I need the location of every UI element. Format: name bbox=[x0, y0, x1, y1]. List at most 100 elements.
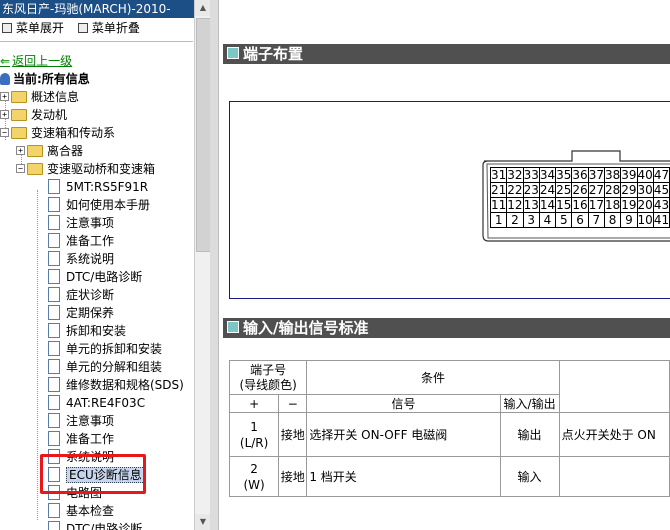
tree-item-preparation-2[interactable]: 准备工作 bbox=[48, 430, 114, 448]
tree-item-precautions[interactable]: 注意事项 bbox=[48, 214, 114, 232]
cell-minus: 接地 bbox=[278, 456, 308, 497]
expand-menu-button[interactable]: 菜单展开 bbox=[2, 19, 64, 37]
pin: 22 bbox=[506, 182, 524, 198]
pin: 37 bbox=[587, 167, 605, 183]
folder-icon bbox=[11, 108, 27, 121]
pin: 39 bbox=[620, 167, 638, 183]
toolbar-divider bbox=[0, 41, 193, 42]
folder-open-icon bbox=[11, 126, 27, 139]
pin: 1 bbox=[489, 212, 508, 228]
tree-item-overview[interactable]: + 概述信息 bbox=[0, 88, 79, 106]
table-row: 1 (L/R) 接地 选择开关 ON-OFF 电磁阀 输出 点火开关处于 ON bbox=[228, 412, 670, 457]
header-condition-blank bbox=[558, 360, 670, 413]
folder-icon bbox=[27, 144, 43, 157]
cell-plus: 1 (L/R) bbox=[228, 412, 280, 457]
pane-splitter[interactable] bbox=[210, 0, 219, 530]
back-link[interactable]: ⇐ 返回上一级 bbox=[0, 52, 72, 70]
pin: 3 bbox=[522, 212, 540, 228]
document-icon bbox=[48, 233, 60, 248]
tree-scrollbar[interactable]: ▲ ▼ bbox=[194, 0, 210, 530]
document-icon bbox=[48, 395, 60, 410]
tree-item-symptom-diagnosis[interactable]: 症状诊断 bbox=[48, 286, 114, 304]
pin: 35 bbox=[555, 167, 573, 183]
tree-item-sds[interactable]: 维修数据和规格(SDS) bbox=[48, 376, 184, 394]
document-icon bbox=[48, 197, 60, 212]
tree-item-unit-disassembly[interactable]: 单元的分解和组装 bbox=[48, 358, 162, 376]
collapse-toggle-icon[interactable]: − bbox=[16, 164, 25, 173]
cell-io: 输入 bbox=[499, 456, 560, 497]
cell-io: 输出 bbox=[499, 412, 560, 457]
cell-condition bbox=[558, 456, 670, 497]
pin: 16 bbox=[571, 197, 589, 213]
document-icon bbox=[48, 251, 60, 266]
document-icon bbox=[48, 179, 60, 194]
pin: 38 bbox=[603, 167, 622, 183]
tree-item-engine[interactable]: + 发动机 bbox=[0, 106, 67, 124]
pin: 29 bbox=[620, 182, 638, 198]
pin-row: 212223242526272829304546 bbox=[489, 182, 670, 198]
tree-item-transmission-drivetrain[interactable]: − 变速箱和传动系 bbox=[0, 124, 115, 142]
collapse-icon bbox=[77, 22, 88, 33]
cell-plus: 2 (W) bbox=[228, 456, 280, 497]
tree-item-preparation[interactable]: 准备工作 bbox=[48, 232, 114, 250]
folder-open-icon bbox=[27, 162, 43, 175]
expand-toggle-icon[interactable]: + bbox=[0, 110, 9, 119]
cell-signal: 1 档开关 bbox=[306, 456, 501, 497]
current-location: 当前:所有信息 bbox=[0, 70, 90, 88]
pin: 21 bbox=[489, 182, 508, 198]
tree-item-precautions-2[interactable]: 注意事项 bbox=[48, 412, 114, 430]
pin-row: 313233343536373839404748 bbox=[489, 167, 670, 183]
io-signal-table: 端子号 (导线颜色) 条件 + − 信号 输入/输出 1 (L/R) 接地 选择… bbox=[228, 360, 670, 497]
pin: 28 bbox=[603, 182, 622, 198]
cell-signal: 选择开关 ON-OFF 电磁阀 bbox=[306, 412, 501, 457]
tree-item-dtc-diagnosis-2[interactable]: DTC/电路诊断 bbox=[48, 520, 142, 530]
navigation-panel: 东风日产-玛驰(MARCH)-2010- 菜单展开 菜单折叠 ⇐ 返回上一级 当前… bbox=[0, 0, 210, 530]
scroll-down-icon[interactable]: ▼ bbox=[195, 514, 210, 530]
pin: 47 bbox=[652, 167, 670, 183]
document-icon bbox=[48, 431, 60, 446]
document-icon bbox=[48, 341, 60, 356]
expand-toggle-icon[interactable]: + bbox=[16, 146, 25, 155]
tree-item-clutch[interactable]: + 离合器 bbox=[16, 142, 83, 160]
scroll-up-icon[interactable]: ▲ bbox=[195, 0, 210, 16]
pin: 27 bbox=[587, 182, 605, 198]
pin: 30 bbox=[636, 182, 654, 198]
pin: 45 bbox=[652, 182, 670, 198]
expand-toggle-icon[interactable]: + bbox=[0, 92, 9, 101]
document-icon bbox=[48, 521, 60, 530]
collapse-toggle-icon[interactable]: − bbox=[0, 128, 9, 137]
tree-item-dtc-diagnosis[interactable]: DTC/电路诊断 bbox=[48, 268, 142, 286]
pin: 24 bbox=[538, 182, 557, 198]
pin: 4 bbox=[538, 212, 557, 228]
tree-item-basic-inspection[interactable]: 基本检查 bbox=[48, 502, 114, 520]
tree-item-periodic-maintenance[interactable]: 定期保养 bbox=[48, 304, 114, 322]
header-terminal: 端子号 (导线颜色) bbox=[228, 360, 308, 395]
document-icon bbox=[48, 269, 60, 284]
back-arrow-icon: ⇐ bbox=[0, 54, 11, 68]
tree-item-manual-usage[interactable]: 如何使用本手册 bbox=[48, 196, 150, 214]
header-plus: + bbox=[228, 394, 280, 413]
tree-item-system-description[interactable]: 系统说明 bbox=[48, 250, 114, 268]
section-header-terminal-layout: 端子布置 bbox=[223, 44, 670, 64]
pin: 18 bbox=[603, 197, 622, 213]
scroll-thumb[interactable] bbox=[196, 18, 210, 252]
expand-icon bbox=[2, 22, 12, 33]
tree-item-removal-installation[interactable]: 拆卸和安装 bbox=[48, 322, 126, 340]
section-bullet-icon bbox=[227, 46, 239, 59]
pin: 34 bbox=[538, 167, 557, 183]
pin: 31 bbox=[489, 167, 508, 183]
header-io: 输入/输出 bbox=[499, 394, 560, 413]
collapse-menu-button[interactable]: 菜单折叠 bbox=[77, 19, 140, 37]
tree-item-5mt[interactable]: 5MT:RS5F91R bbox=[48, 178, 148, 196]
document-icon bbox=[48, 413, 60, 428]
document-icon bbox=[48, 215, 60, 230]
pin: 15 bbox=[555, 197, 573, 213]
tree-item-4at[interactable]: 4AT:RE4F03C bbox=[48, 394, 145, 412]
table-row: 2 (W) 接地 1 档开关 输入 bbox=[228, 456, 670, 497]
tree-item-transaxle-transmission[interactable]: − 变速驱动桥和变速箱 bbox=[16, 160, 155, 178]
highlight-annotation bbox=[40, 454, 146, 494]
section-bullet-icon bbox=[227, 320, 239, 333]
pin: 9 bbox=[620, 212, 638, 228]
pin: 12 bbox=[506, 197, 524, 213]
tree-item-unit-removal[interactable]: 单元的拆卸和安装 bbox=[48, 340, 162, 358]
